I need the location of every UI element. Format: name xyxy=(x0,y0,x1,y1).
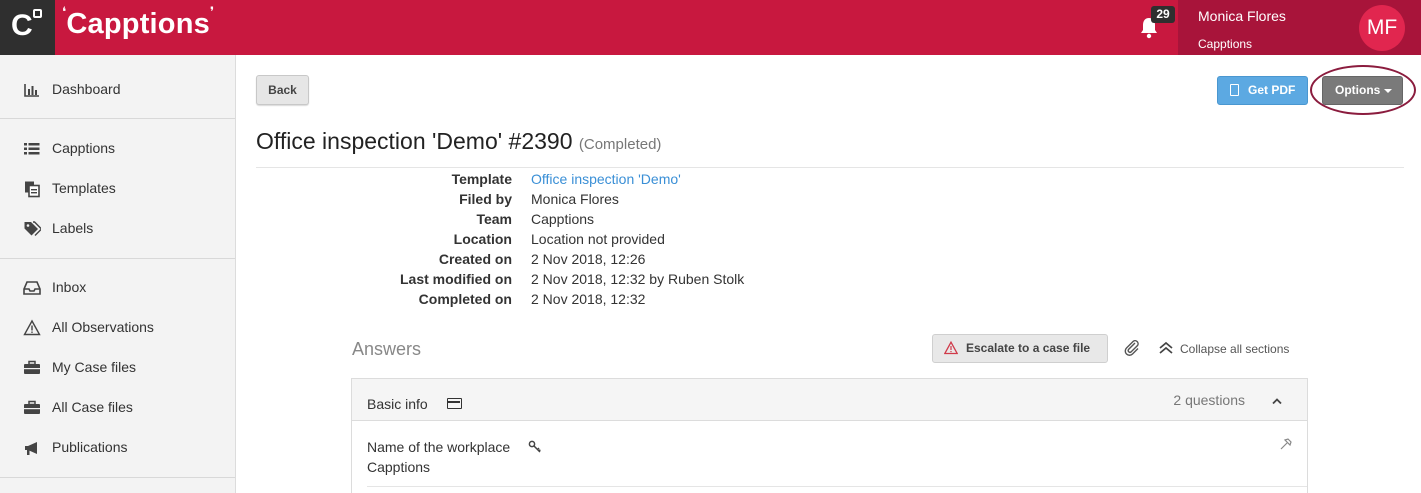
warning-icon xyxy=(23,319,41,336)
sidebar-item-my-case-files[interactable]: My Case files xyxy=(0,351,235,385)
meta-key: Created on xyxy=(438,251,512,267)
back-button[interactable]: Back xyxy=(256,75,309,105)
user-menu[interactable]: Monica Flores Capptions MF xyxy=(1178,0,1421,55)
sidebar-item-templates[interactable]: Templates xyxy=(0,172,235,206)
list-icon xyxy=(24,143,40,155)
sidebar-item-label: All Case files xyxy=(52,399,133,415)
meta-key: Template xyxy=(451,171,512,187)
meta-row-template: Template Office inspection 'Demo' xyxy=(256,171,956,191)
question-label: Name of the workplace xyxy=(367,439,511,455)
sidebar-item-label: All Observations xyxy=(52,319,154,335)
avatar[interactable]: MF xyxy=(1359,5,1405,51)
page-title: Office inspection 'Demo' #2390 (Complete… xyxy=(256,128,661,155)
section-title: Basic info xyxy=(367,396,428,412)
sidebar-item-label: Labels xyxy=(52,220,94,236)
meta-value: Monica Flores xyxy=(531,191,619,207)
highlight-ring xyxy=(1310,65,1416,115)
question-count: 2 questions xyxy=(1173,392,1245,408)
meta-row-last-modified: Last modified on 2 Nov 2018, 12:32 by Ru… xyxy=(256,271,956,291)
meta-value: 2 Nov 2018, 12:32 xyxy=(531,291,646,307)
meta-key: Last modified on xyxy=(400,271,512,287)
card-icon xyxy=(447,398,462,409)
sidebar-item-all-observations[interactable]: All Observations xyxy=(0,311,235,345)
meta-row-created-on: Created on 2 Nov 2018, 12:26 xyxy=(256,251,956,271)
tags-icon xyxy=(24,221,41,236)
paperclip-icon[interactable] xyxy=(1123,339,1141,357)
warning-icon xyxy=(944,341,958,355)
sidebar-item-label: Templates xyxy=(52,180,116,196)
inbox-icon xyxy=(23,281,41,295)
page-title-text: Office inspection 'Demo' #2390 xyxy=(256,128,573,154)
double-chevron-up-icon xyxy=(1159,341,1173,354)
sidebar-item-dashboard[interactable]: Dashboard xyxy=(0,73,235,107)
answers-heading: Answers xyxy=(352,339,422,359)
get-pdf-button[interactable]: Get PDF xyxy=(1217,76,1308,105)
meta-row-filed-by: Filed by Monica Flores xyxy=(256,191,956,211)
brand-logo[interactable]: ❛Capptions❜ xyxy=(62,4,214,41)
sidebar-item-label: My Case files xyxy=(52,359,137,375)
brand-name: Capptions xyxy=(66,8,210,40)
sidebar-item-label: Capptions xyxy=(52,140,116,156)
template-link[interactable]: Office inspection 'Demo' xyxy=(531,171,681,187)
status-badge: (Completed) xyxy=(578,136,662,153)
meta-row-location: Location Location not provided xyxy=(256,231,956,251)
sidebar: Dashboard Capptions Templates Labels Inb… xyxy=(0,55,236,493)
escalate-label: Escalate to a case file xyxy=(966,341,1091,355)
meta-key: Completed on xyxy=(418,291,512,307)
meta-value: Location not provided xyxy=(531,231,665,247)
section-header[interactable]: Basic info 2 questions xyxy=(352,379,1307,421)
meta-row-team: Team Capptions xyxy=(256,211,956,231)
meta-key: Filed by xyxy=(459,191,512,207)
sidebar-item-labels[interactable]: Labels xyxy=(0,212,235,246)
section-panel: Basic info 2 questions Name of the workp… xyxy=(351,378,1308,493)
collapse-all-label: Collapse all sections xyxy=(1180,342,1290,356)
copy-icon xyxy=(25,181,40,198)
top-bar: C ❛Capptions❜ 29 Monica Flores Capptions… xyxy=(0,0,1421,55)
sidebar-divider xyxy=(0,118,235,119)
key-icon xyxy=(528,440,541,453)
app-logo[interactable]: C xyxy=(0,0,55,55)
title-divider xyxy=(256,167,1404,168)
briefcase-icon xyxy=(24,360,40,374)
chevron-up-icon[interactable] xyxy=(1272,396,1282,406)
sidebar-item-capptions[interactable]: Capptions xyxy=(0,132,235,166)
sidebar-item-publications[interactable]: Publications xyxy=(0,431,235,465)
sidebar-item-inbox[interactable]: Inbox xyxy=(0,271,235,305)
answer-value: Capptions xyxy=(367,459,431,475)
meta-row-completed-on: Completed on 2 Nov 2018, 12:32 xyxy=(256,291,956,311)
sidebar-item-all-case-files[interactable]: All Case files xyxy=(0,391,235,425)
pdf-file-icon xyxy=(1230,84,1239,96)
user-name: Monica Flores xyxy=(1198,8,1286,24)
meta-value: Capptions xyxy=(531,211,595,227)
get-pdf-label: Get PDF xyxy=(1248,83,1296,97)
hammer-icon[interactable] xyxy=(1279,437,1293,451)
sidebar-item-label: Dashboard xyxy=(52,81,121,97)
user-team: Capptions xyxy=(1198,37,1253,51)
sidebar-item-label: Inbox xyxy=(52,279,87,295)
sidebar-item-label: Publications xyxy=(52,439,128,455)
bar-chart-icon xyxy=(24,84,39,97)
sidebar-divider xyxy=(0,258,235,259)
meta-key: Location xyxy=(453,231,512,247)
escalate-button[interactable]: Escalate to a case file xyxy=(932,334,1108,363)
meta-value: 2 Nov 2018, 12:26 xyxy=(531,251,646,267)
briefcase-icon xyxy=(24,400,40,414)
meta-key: Team xyxy=(476,211,512,227)
notification-badge: 29 xyxy=(1151,6,1175,23)
meta-value: 2 Nov 2018, 12:32 by Ruben Stolk xyxy=(531,271,745,287)
sidebar-divider xyxy=(0,477,235,478)
bullhorn-icon xyxy=(25,442,37,455)
question-divider xyxy=(367,486,1307,487)
